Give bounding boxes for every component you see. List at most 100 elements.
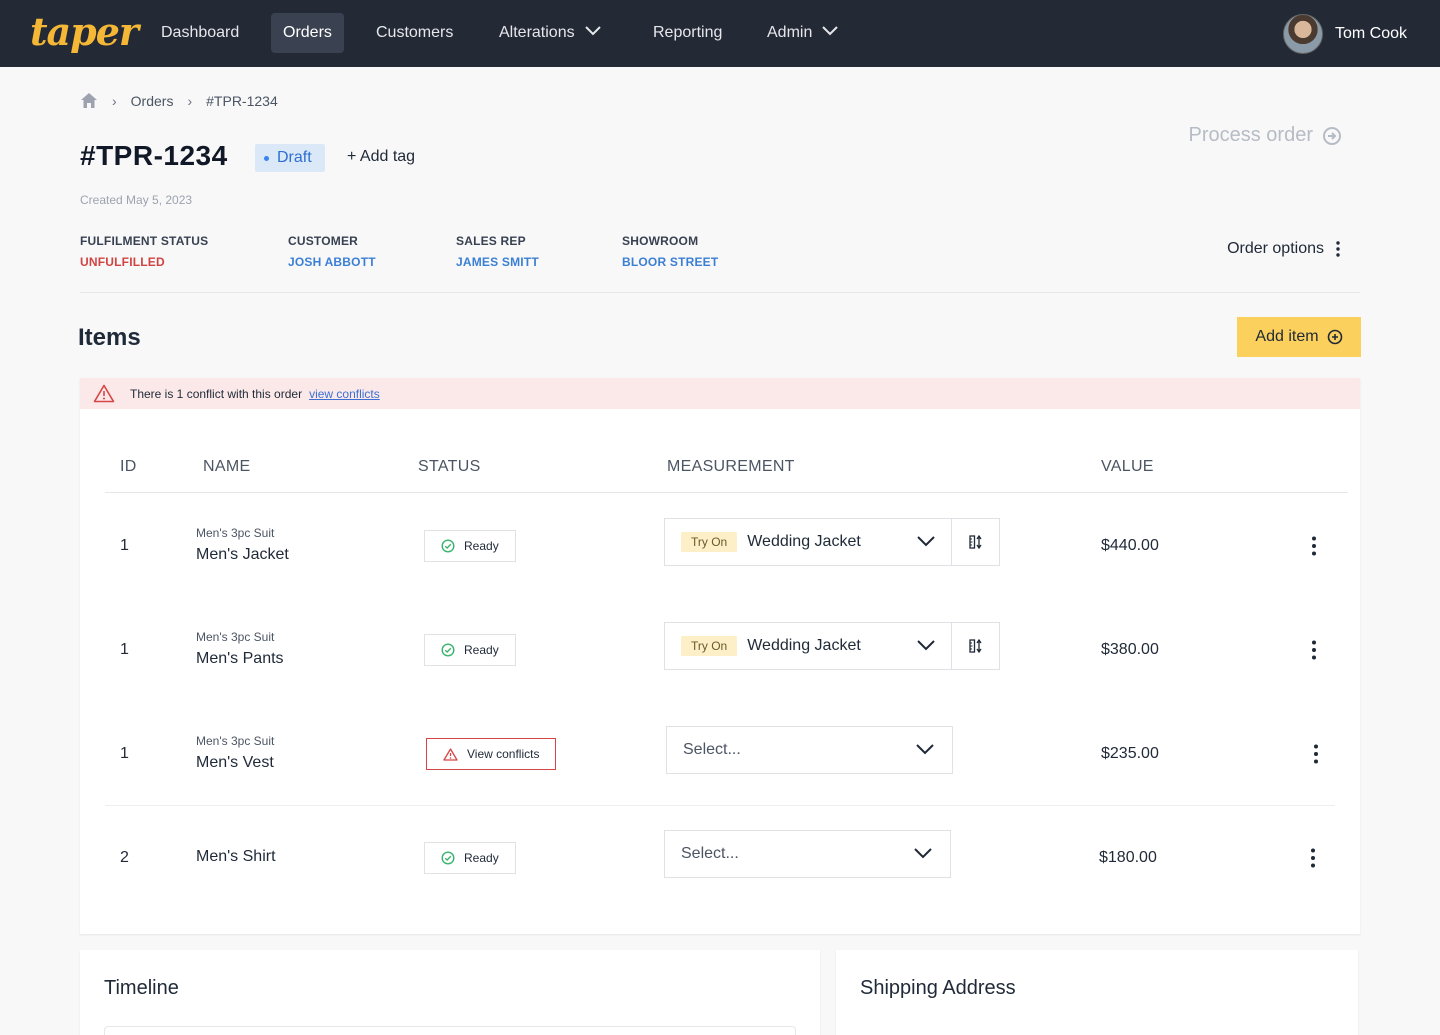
nav-dashboard[interactable]: Dashboard bbox=[149, 13, 251, 53]
measurement-select[interactable]: Try On Wedding Jacket bbox=[664, 622, 1000, 670]
table-row: 1 Men's 3pc Suit Men's Pants Ready Try O… bbox=[80, 598, 1360, 702]
table-row: 1 Men's 3pc Suit Men's Jacket Ready Try … bbox=[80, 494, 1360, 598]
status-label: Ready bbox=[464, 851, 499, 865]
column-header-name: NAME bbox=[203, 458, 251, 475]
meta-value[interactable]: JOSH ABBOTT bbox=[288, 255, 376, 269]
process-order-label: Process order bbox=[1188, 124, 1314, 146]
process-order-button[interactable]: Process order bbox=[1189, 124, 1343, 147]
nav-customers[interactable]: Customers bbox=[364, 13, 465, 53]
user-menu[interactable]: Tom Cook bbox=[1282, 13, 1407, 55]
item-category: Men's 3pc Suit bbox=[196, 734, 275, 748]
status-label: Ready bbox=[464, 643, 499, 657]
item-name: Men's Vest bbox=[196, 754, 274, 771]
measure-tool-button[interactable] bbox=[951, 519, 999, 565]
top-nav: taper Dashboard Orders Customers Alterat… bbox=[0, 0, 1440, 67]
order-options-label: Order options bbox=[1227, 240, 1324, 257]
status-ready-badge: Ready bbox=[424, 842, 516, 874]
nav-admin[interactable]: Admin bbox=[755, 13, 850, 53]
measurement-value: Wedding Jacket bbox=[747, 533, 861, 550]
chevron-down-icon bbox=[917, 536, 935, 547]
taper-logo[interactable]: taper bbox=[30, 10, 139, 54]
user-name: Tom Cook bbox=[1334, 25, 1407, 42]
table-row: 1 Men's 3pc Suit Men's Vest View conflic… bbox=[80, 702, 1360, 806]
breadcrumb: › Orders › #TPR-1234 bbox=[80, 92, 278, 109]
meta-label: CUSTOMER bbox=[288, 234, 359, 248]
meta-value: UNFULFILLED bbox=[80, 255, 165, 269]
check-circle-icon bbox=[441, 539, 455, 553]
meta-customer: CUSTOMER JOSH ABBOTT bbox=[288, 234, 376, 269]
measure-tool-button[interactable] bbox=[951, 623, 999, 669]
add-item-button[interactable]: Add item bbox=[1237, 317, 1361, 357]
divider bbox=[80, 292, 1360, 293]
chevron-right-icon: › bbox=[112, 92, 117, 109]
item-id: 2 bbox=[120, 849, 129, 866]
breadcrumb-orders[interactable]: Orders bbox=[131, 93, 174, 109]
meta-label: FULFILMENT STATUS bbox=[80, 234, 209, 248]
try-on-tag: Try On bbox=[681, 636, 738, 656]
item-name: Men's Shirt bbox=[196, 848, 276, 865]
meta-label: SHOWROOM bbox=[622, 234, 699, 248]
measurement-select[interactable]: Try On Wedding Jacket bbox=[664, 518, 1000, 566]
order-options-button[interactable]: Order options bbox=[1227, 240, 1340, 258]
divider bbox=[105, 492, 1348, 493]
chevron-down-icon bbox=[584, 26, 601, 36]
more-vertical-icon[interactable] bbox=[1312, 640, 1316, 660]
meta-value[interactable]: BLOOR STREET bbox=[622, 255, 718, 269]
timeline-input[interactable] bbox=[104, 1026, 796, 1035]
view-conflicts-button[interactable]: View conflicts bbox=[426, 738, 557, 770]
chevron-down-icon bbox=[822, 26, 839, 36]
meta-value[interactable]: JAMES SMITT bbox=[456, 255, 539, 269]
more-vertical-icon[interactable] bbox=[1314, 744, 1318, 764]
check-circle-icon bbox=[441, 643, 455, 657]
try-on-tag: Try On bbox=[681, 532, 738, 552]
created-date: Created May 5, 2023 bbox=[80, 193, 193, 207]
chevron-down-icon bbox=[914, 848, 932, 859]
plus-circle-icon bbox=[1327, 329, 1342, 345]
more-vertical-icon[interactable] bbox=[1311, 848, 1315, 868]
status-ready-badge: Ready bbox=[424, 530, 516, 562]
avatar bbox=[1282, 14, 1323, 54]
shipping-address-heading: Shipping Address bbox=[860, 977, 1016, 999]
timeline-heading: Timeline bbox=[104, 977, 179, 999]
meta-label: SALES REP bbox=[456, 234, 526, 248]
warning-triangle-icon bbox=[93, 384, 115, 403]
warning-triangle-icon bbox=[443, 747, 458, 761]
page-title: #TPR-1234 bbox=[80, 140, 228, 171]
measurement-select[interactable]: Select... bbox=[664, 830, 951, 878]
column-header-status: STATUS bbox=[418, 458, 481, 475]
item-category: Men's 3pc Suit bbox=[196, 630, 275, 644]
item-name: Men's Jacket bbox=[196, 546, 289, 563]
measurement-value: Wedding Jacket bbox=[747, 637, 861, 654]
nav-alterations[interactable]: Alterations bbox=[487, 13, 613, 53]
measurement-select[interactable]: Select... bbox=[666, 726, 953, 774]
item-value: $235.00 bbox=[1101, 745, 1159, 762]
conflict-text: There is 1 conflict with this order bbox=[130, 386, 303, 401]
column-header-measurement: MEASUREMENT bbox=[667, 458, 795, 475]
status-badge: Draft bbox=[255, 144, 325, 172]
view-conflicts-link[interactable]: view conflicts bbox=[309, 387, 380, 401]
item-value: $180.00 bbox=[1099, 849, 1157, 866]
measurement-placeholder: Select... bbox=[681, 845, 739, 862]
items-panel: There is 1 conflict with this order view… bbox=[80, 378, 1360, 934]
measuring-tape-icon bbox=[968, 638, 982, 654]
status-ready-badge: Ready bbox=[424, 634, 516, 666]
add-tag-button[interactable]: + Add tag bbox=[347, 148, 415, 166]
timeline-card: Timeline bbox=[80, 950, 820, 1035]
status-label: View conflicts bbox=[467, 747, 540, 761]
nav-orders[interactable]: Orders bbox=[271, 13, 344, 53]
nav-reporting[interactable]: Reporting bbox=[641, 13, 734, 53]
add-item-label: Add item bbox=[1255, 328, 1319, 345]
more-vertical-icon bbox=[1336, 241, 1340, 257]
nav-alterations-label: Alterations bbox=[499, 24, 575, 41]
table-row: 2 Men's Shirt Ready Select... $180.00 bbox=[80, 806, 1360, 910]
more-vertical-icon[interactable] bbox=[1312, 536, 1316, 556]
chevron-right-icon: › bbox=[187, 92, 193, 109]
chevron-down-icon bbox=[916, 744, 934, 755]
nav-admin-label: Admin bbox=[767, 24, 813, 41]
item-value: $440.00 bbox=[1101, 537, 1159, 554]
chevron-down-icon bbox=[917, 640, 935, 651]
column-header-value: VALUE bbox=[1101, 458, 1154, 475]
item-id: 1 bbox=[120, 641, 129, 658]
meta-sales-rep: SALES REP JAMES SMITT bbox=[456, 234, 539, 269]
home-icon[interactable] bbox=[80, 92, 98, 109]
